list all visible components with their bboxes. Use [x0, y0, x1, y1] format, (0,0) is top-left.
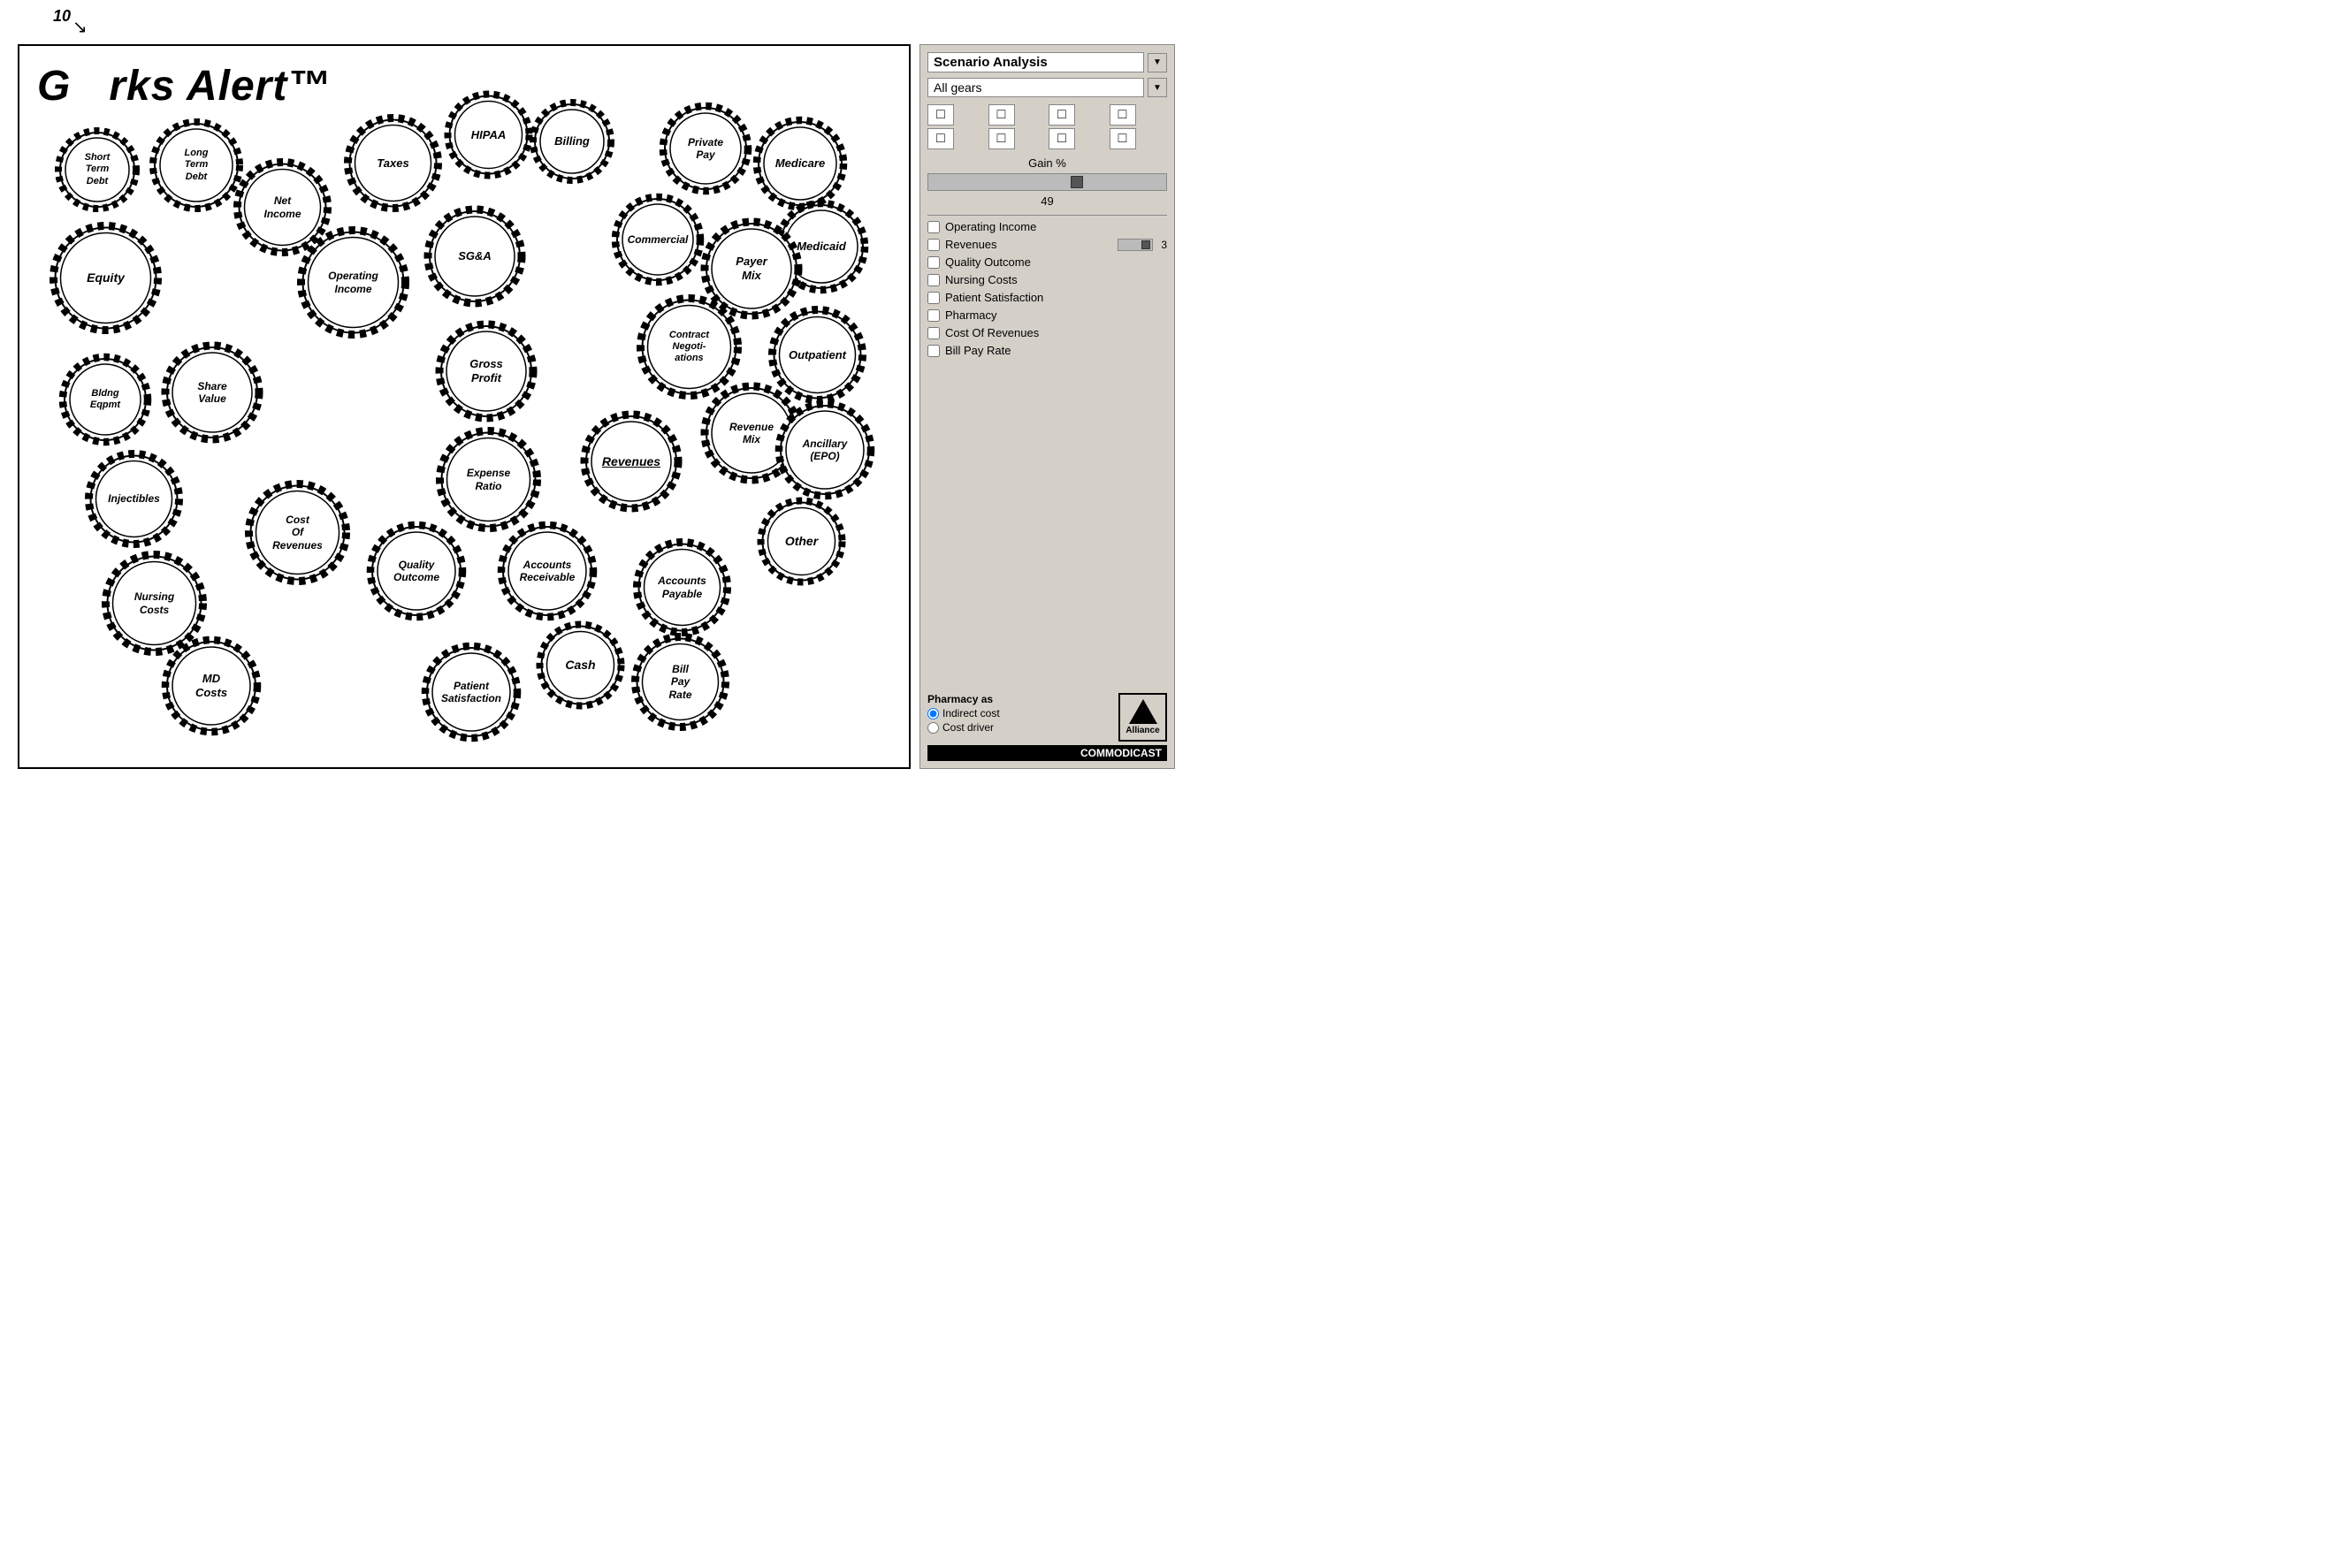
cb-cost-of-revenues-input[interactable] [927, 327, 940, 339]
cb-patient-satisfaction-label: Patient Satisfaction [945, 291, 1043, 304]
gear-other[interactable]: Other [755, 495, 848, 588]
gain-slider-value: 49 [927, 194, 1167, 208]
checkbox-revenues[interactable]: Revenues 3 [927, 238, 1167, 251]
checkbox-quality-outcome[interactable]: Quality Outcome [927, 255, 1167, 269]
cb-pharmacy-input[interactable] [927, 309, 940, 322]
icon-box-6[interactable]: □ [988, 128, 1015, 149]
icon-box-5[interactable]: □ [927, 128, 954, 149]
icon-box-2[interactable]: □ [988, 104, 1015, 126]
cb-nursing-costs-input[interactable] [927, 274, 940, 286]
scenario-analysis-title: Scenario Analysis [927, 52, 1144, 72]
gear-cost-of-revenues[interactable]: CostOfRevenues [242, 477, 353, 588]
cb-nursing-costs-label: Nursing Costs [945, 273, 1018, 286]
gear-taxes[interactable]: Taxes [342, 112, 444, 214]
radio-indirect-label: Indirect cost [942, 707, 1000, 719]
gear-private-pay[interactable]: PrivatePay [658, 101, 753, 196]
gear-cash[interactable]: Cash [534, 619, 627, 712]
sidebar-footer: Pharmacy as Indirect cost Cost driver Al… [927, 693, 1167, 761]
gear-long-term-debt[interactable]: LongTermDebt [148, 117, 245, 214]
alliance-triangle-icon [1129, 699, 1157, 724]
gear-equity[interactable]: Equity [46, 218, 165, 338]
gear-sga[interactable]: SG&A [422, 203, 528, 309]
gear-gross-profit[interactable]: GrossProfit [433, 318, 539, 424]
cb-operating-income-input[interactable] [927, 221, 940, 233]
page-number: 10 [53, 7, 71, 26]
cb-operating-income-label: Operating Income [945, 220, 1036, 233]
checkbox-operating-income[interactable]: Operating Income [927, 220, 1167, 233]
gear-short-term-debt[interactable]: ShortTermDebt [53, 126, 141, 214]
gear-operating-income[interactable]: OperatingIncome [294, 223, 413, 342]
cb-quality-outcome-label: Quality Outcome [945, 255, 1031, 269]
cb-bill-pay-rate-input[interactable] [927, 345, 940, 357]
revenues-inline-thumb[interactable] [1141, 240, 1150, 249]
icon-box-4[interactable]: □ [1110, 104, 1136, 126]
gear-revenues[interactable]: Revenues [578, 408, 684, 514]
sidebar-panel: Scenario Analysis ▼ All gears ▼ □ □ □ □ … [919, 44, 1175, 769]
gear-ancillary-epo[interactable]: Ancillary(EPO) [773, 398, 877, 502]
gear-accounts-payable[interactable]: AccountsPayable [631, 537, 733, 638]
icon-grid: □ □ □ □ □ □ □ □ [927, 104, 1167, 149]
gear-patient-satisfaction[interactable]: PatientSatisfaction [419, 640, 523, 744]
filter-dropdown-btn[interactable]: ▼ [1148, 78, 1167, 97]
main-frame: G rks Alert™ ShortTermDebt LongTermDebt [18, 44, 911, 769]
gear-quality-outcome[interactable]: QualityOutcome [364, 519, 469, 623]
gear-billing[interactable]: Billing [528, 97, 616, 186]
gear-bill-pay-rate[interactable]: BillPayRate [629, 631, 731, 733]
checkbox-bill-pay-rate[interactable]: Bill Pay Rate [927, 344, 1167, 357]
commodicast-bar: COMMODICAST [927, 745, 1167, 761]
gear-accounts-receivable[interactable]: AccountsReceivable [495, 519, 599, 623]
scenario-dropdown-btn[interactable]: ▼ [1148, 53, 1167, 72]
radio-indirect-input[interactable] [927, 708, 939, 719]
cb-quality-outcome-input[interactable] [927, 256, 940, 269]
radio-costdriver-input[interactable] [927, 722, 939, 734]
checkbox-nursing-costs[interactable]: Nursing Costs [927, 273, 1167, 286]
sidebar-select-row: All gears ▼ [927, 78, 1167, 97]
alliance-box: Alliance [1118, 693, 1167, 742]
sidebar-title-row: Scenario Analysis ▼ [927, 52, 1167, 72]
gear-share-value[interactable]: ShareValue [159, 339, 265, 445]
gear-md-costs[interactable]: MDCosts [159, 634, 263, 738]
gear-commercial[interactable]: Commercial [610, 192, 706, 287]
cb-revenues-input[interactable] [927, 239, 940, 251]
cb-revenues-label: Revenues [945, 238, 997, 251]
cb-patient-satisfaction-input[interactable] [927, 292, 940, 304]
checkbox-cost-of-revenues[interactable]: Cost Of Revenues [927, 326, 1167, 339]
radio-costdriver-label: Cost driver [942, 721, 994, 734]
gain-label: Gain % [927, 156, 1167, 170]
pharmacy-options: Pharmacy as Indirect cost Cost driver [927, 693, 1000, 735]
revenues-slider-val: 3 [1161, 239, 1167, 251]
alliance-label: Alliance [1125, 726, 1159, 735]
gear-hipaa[interactable]: HIPAA [442, 88, 535, 181]
cb-bill-pay-rate-label: Bill Pay Rate [945, 344, 1011, 357]
checkbox-patient-satisfaction[interactable]: Patient Satisfaction [927, 291, 1167, 304]
all-gears-select[interactable]: All gears [927, 78, 1144, 97]
icon-box-7[interactable]: □ [1049, 128, 1075, 149]
gain-slider-thumb[interactable] [1071, 176, 1083, 188]
cb-cost-of-revenues-label: Cost Of Revenues [945, 326, 1039, 339]
radio-costdriver-row[interactable]: Cost driver [927, 721, 1000, 734]
pharmacy-section: Pharmacy as Indirect cost Cost driver Al… [927, 693, 1167, 742]
revenues-inline-slider[interactable] [1118, 239, 1153, 251]
arrow-indicator: ↘ [72, 16, 88, 38]
pharmacy-label: Pharmacy as [927, 693, 1000, 705]
gear-bldng-eqpmt[interactable]: BldngEqpmt [57, 351, 154, 448]
icon-box-8[interactable]: □ [1110, 128, 1136, 149]
icon-box-3[interactable]: □ [1049, 104, 1075, 126]
radio-indirect-row[interactable]: Indirect cost [927, 707, 1000, 719]
gear-injectibles[interactable]: Injectibles [83, 448, 185, 550]
cb-pharmacy-label: Pharmacy [945, 308, 997, 322]
icon-box-1[interactable]: □ [927, 104, 954, 126]
gain-slider-container[interactable] [927, 173, 1167, 191]
app-title: G rks Alert™ [37, 62, 331, 110]
checkbox-pharmacy[interactable]: Pharmacy [927, 308, 1167, 322]
